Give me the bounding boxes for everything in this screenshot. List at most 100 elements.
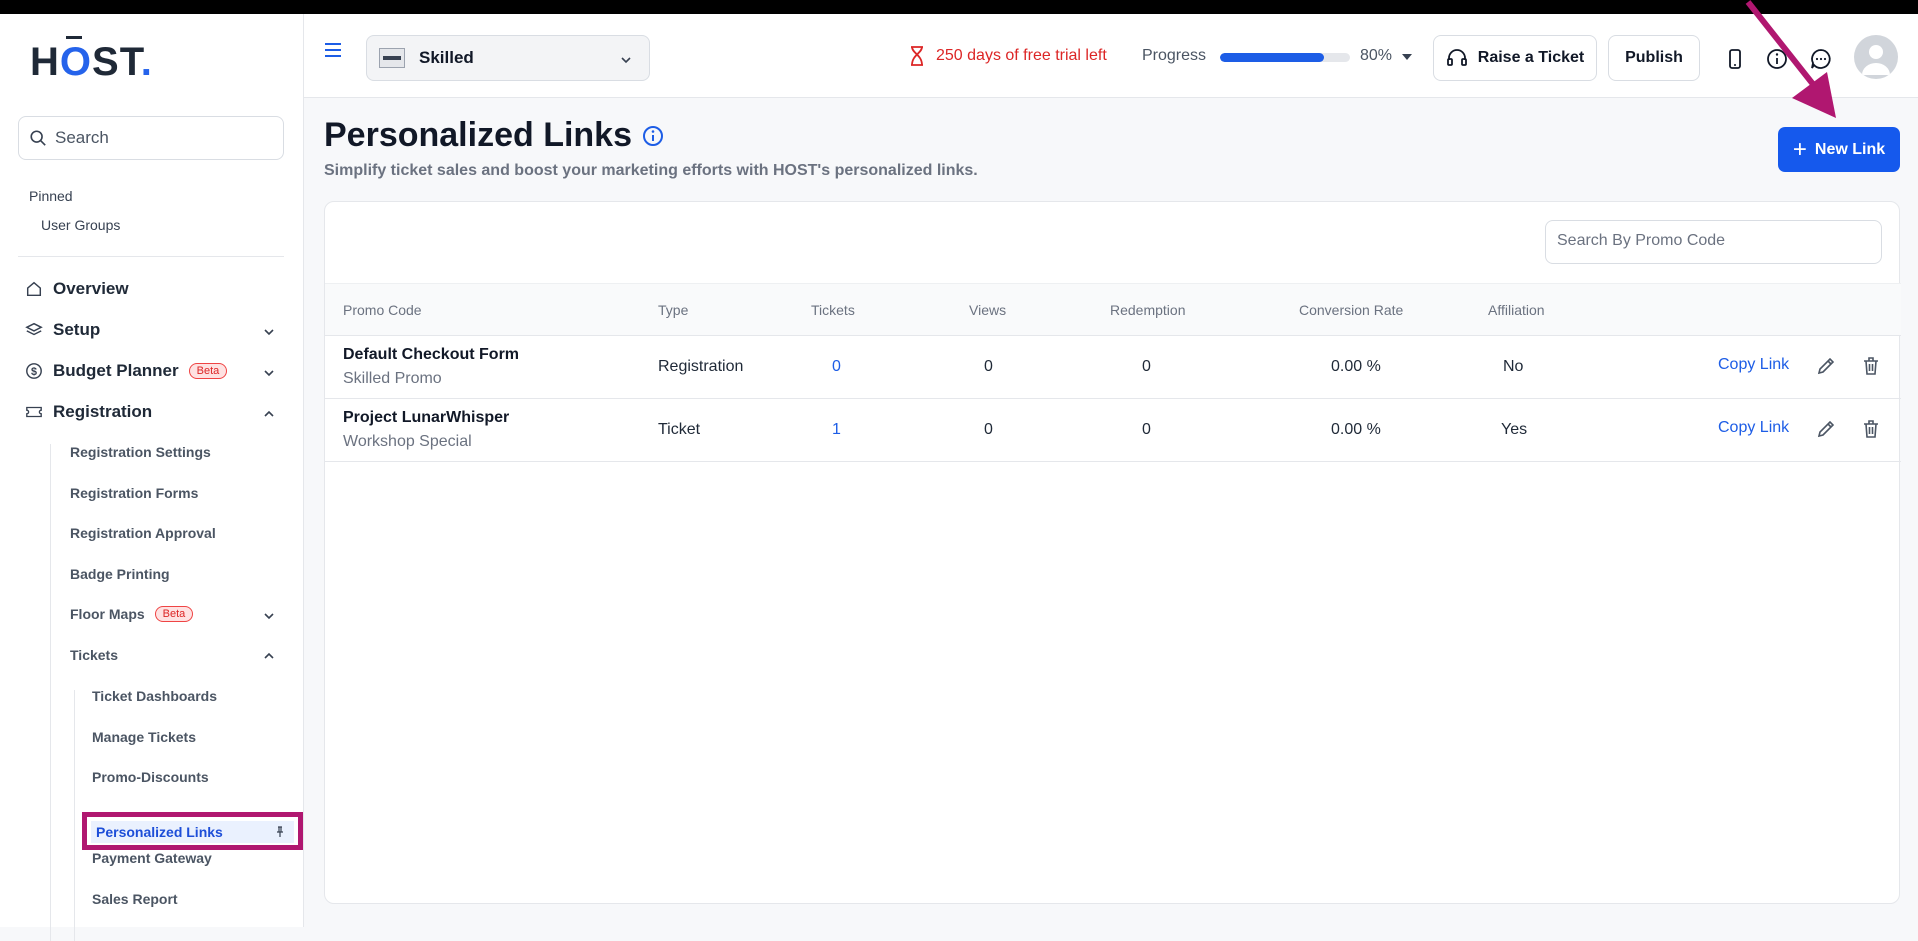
promo-subname: Workshop Special	[343, 433, 472, 450]
headset-icon	[1446, 49, 1467, 66]
sidebar-item-sales-report[interactable]: Sales Report	[92, 891, 178, 907]
new-link-button[interactable]: + New Link	[1778, 127, 1900, 172]
beta-badge: Beta	[154, 606, 194, 622]
sidebar-item-registration-settings[interactable]: Registration Settings	[70, 444, 211, 460]
sidebar-item-floor-maps[interactable]: Floor Maps Beta	[70, 606, 194, 622]
dollar-circle-icon: $	[26, 363, 42, 379]
sidebar-item-budget-planner[interactable]: $ Budget Planner Beta	[25, 361, 228, 381]
sidebar-item-payment-gateway[interactable]: Payment Gateway	[92, 850, 212, 866]
top-header: Skilled 250 days of free trial left Prog…	[304, 14, 1918, 98]
sidebar-item-ticket-dashboards[interactable]: Ticket Dashboards	[92, 688, 217, 704]
delete-trash-icon[interactable]	[1860, 418, 1882, 440]
column-header: Affiliation	[1488, 302, 1545, 318]
pin-icon[interactable]	[274, 826, 286, 838]
type-cell: Registration	[658, 358, 744, 375]
chevron-down-icon[interactable]	[262, 325, 276, 339]
page-subtitle: Simplify ticket sales and boost your mar…	[324, 162, 978, 179]
chevron-up-icon[interactable]	[262, 407, 276, 421]
highlight-box: Personalized Links	[82, 812, 303, 850]
sidebar-item-overview[interactable]: Overview	[25, 279, 129, 299]
host-logo[interactable]: HO ST.	[30, 36, 153, 85]
search-icon	[30, 130, 46, 146]
publish-button[interactable]: Publish	[1608, 35, 1700, 81]
copy-link-button[interactable]: Copy Link	[1718, 356, 1789, 374]
sidebar-item-label: Floor Maps	[70, 606, 145, 622]
column-header: Views	[969, 302, 1007, 318]
sidebar-search-input[interactable]: Search	[18, 116, 284, 160]
progress-label: Progress	[1142, 47, 1207, 64]
page-title-text: Personalized Links	[324, 116, 632, 154]
sidebar-item-label: Registration	[53, 402, 153, 421]
trial-notice: 250 days of free trial left	[908, 45, 1107, 67]
progress-dropdown-caret-icon[interactable]	[1402, 54, 1412, 60]
progress-bar	[1220, 53, 1350, 62]
delete-trash-icon[interactable]	[1860, 355, 1882, 377]
sidebar-divider	[18, 256, 284, 257]
promo-name: Project LunarWhisper	[343, 409, 510, 426]
chevron-down-icon[interactable]	[262, 366, 276, 380]
column-header: Redemption	[1110, 302, 1186, 318]
svg-text:$: $	[31, 366, 37, 378]
tickets-cell[interactable]: 0	[832, 358, 841, 376]
chat-icon[interactable]	[1809, 47, 1833, 71]
user-icon	[1862, 45, 1890, 75]
raise-ticket-label: Raise a Ticket	[1477, 49, 1585, 66]
sidebar-item-setup[interactable]: Setup	[25, 320, 100, 340]
views-cell: 0	[984, 421, 993, 438]
column-header: Tickets	[811, 302, 855, 318]
sidebar-item-registration-approval[interactable]: Registration Approval	[70, 525, 216, 541]
search-placeholder: Search	[55, 128, 109, 147]
progress-percent: 80%	[1360, 47, 1393, 64]
plus-icon: +	[1792, 135, 1807, 163]
column-header: Promo Code	[343, 302, 422, 318]
sidebar-item-label: Setup	[53, 320, 101, 339]
promo-subname: Skilled Promo	[343, 370, 442, 387]
event-name: Skilled	[419, 48, 474, 67]
edit-pencil-icon[interactable]	[1815, 355, 1837, 377]
info-icon[interactable]	[642, 125, 664, 147]
top-black-strip	[0, 0, 1918, 14]
sidebar-item-registration-forms[interactable]: Registration Forms	[70, 485, 198, 501]
page-title: Personalized Links	[324, 116, 664, 155]
table-header: Promo Code Type Tickets Views Redemption…	[325, 283, 1901, 336]
sidebar-item-personalized-links[interactable]: Personalized Links	[91, 821, 294, 843]
info-icon[interactable]	[1765, 47, 1789, 71]
mobile-preview-icon[interactable]	[1723, 47, 1747, 71]
sidebar: HO ST. Search Pinned User Groups Overview…	[0, 14, 304, 941]
sidebar-item-registration[interactable]: Registration	[25, 402, 152, 422]
submenu-guide-line	[50, 444, 51, 941]
sidebar-item-badge-printing[interactable]: Badge Printing	[70, 566, 170, 582]
progress-fill	[1220, 53, 1324, 62]
hamburger-menu-icon[interactable]	[324, 42, 342, 58]
user-avatar[interactable]	[1854, 35, 1898, 79]
layers-icon	[25, 322, 43, 336]
submenu-guide-line	[74, 690, 75, 941]
event-selector[interactable]: Skilled	[366, 35, 650, 81]
event-logo	[379, 48, 405, 68]
promo-code-search-input[interactable]: Search By Promo Code	[1545, 220, 1882, 264]
tickets-cell[interactable]: 1	[832, 421, 841, 439]
home-icon	[26, 281, 42, 297]
raise-ticket-button[interactable]: Raise a Ticket	[1433, 35, 1597, 81]
trial-text: 250 days of free trial left	[936, 47, 1107, 64]
views-cell: 0	[984, 358, 993, 375]
sidebar-item-tickets[interactable]: Tickets	[70, 647, 118, 663]
sidebar-item-label: Budget Planner	[53, 361, 179, 380]
copy-link-button[interactable]: Copy Link	[1718, 419, 1789, 437]
edit-pencil-icon[interactable]	[1815, 418, 1837, 440]
sidebar-item-manage-tickets[interactable]: Manage Tickets	[92, 729, 196, 745]
pinned-title: Pinned	[29, 188, 73, 204]
hourglass-icon	[911, 46, 923, 66]
table-row: Project LunarWhisper Workshop Special Ti…	[325, 399, 1901, 462]
conversion-cell: 0.00 %	[1331, 358, 1381, 375]
publish-label: Publish	[1625, 49, 1683, 66]
column-header: Type	[658, 302, 689, 318]
chevron-up-icon[interactable]	[262, 649, 276, 663]
redemption-cell: 0	[1142, 358, 1151, 375]
sidebar-item-promo-discounts[interactable]: Promo-Discounts	[92, 769, 209, 785]
promo-name: Default Checkout Form	[343, 346, 520, 363]
chevron-down-icon[interactable]	[262, 609, 276, 623]
conversion-cell: 0.00 %	[1331, 421, 1381, 438]
table-row: Default Checkout Form Skilled Promo Regi…	[325, 336, 1901, 399]
pinned-item-user-groups[interactable]: User Groups	[41, 217, 120, 233]
